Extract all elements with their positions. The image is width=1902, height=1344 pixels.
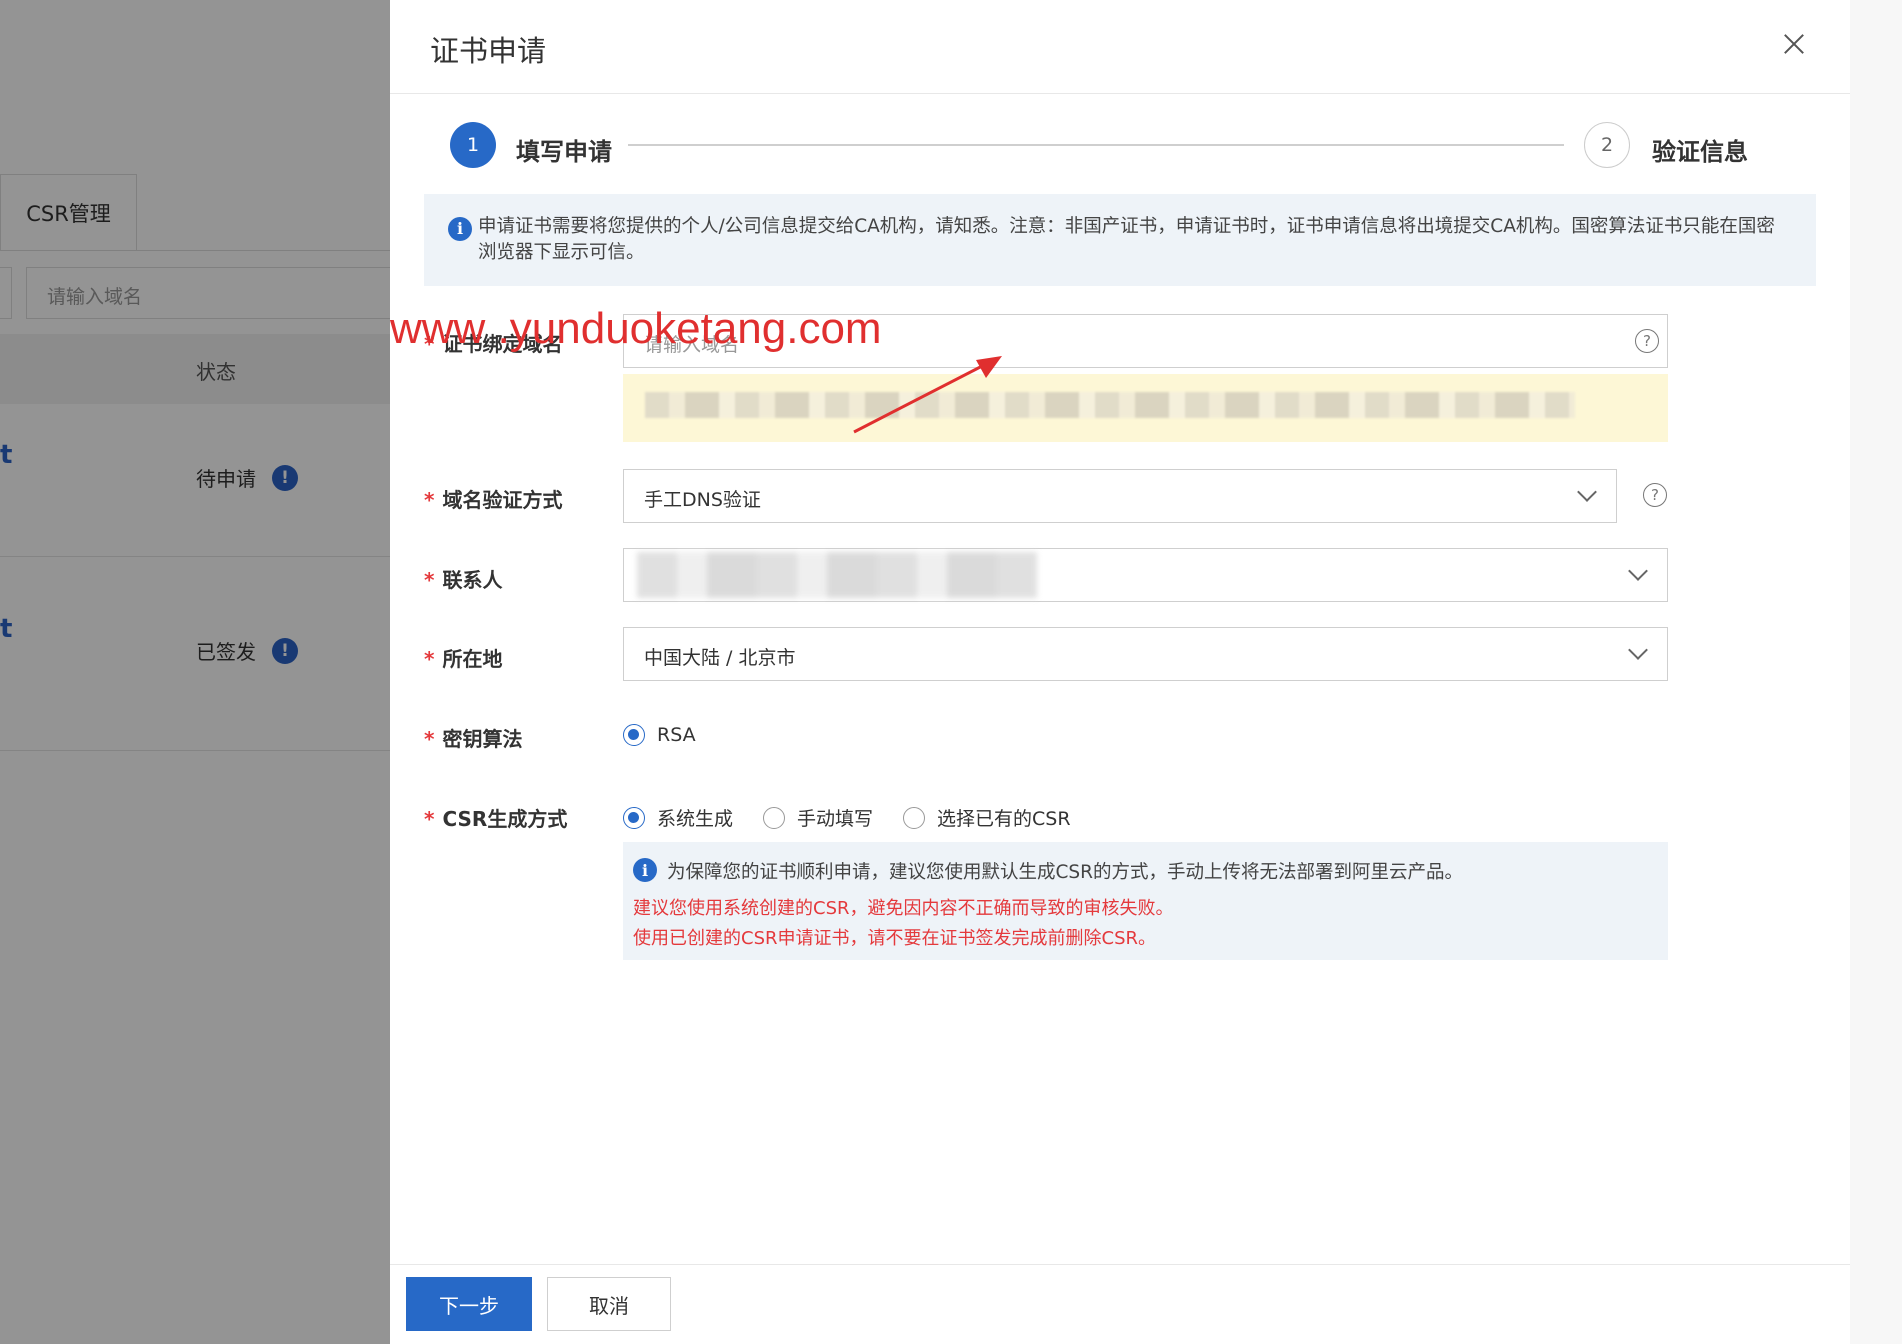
step-1-label: 填写申请 [516,138,612,166]
verify-method-label: * 域名验证方式 [424,488,563,512]
page-edge [1850,0,1902,1344]
next-button[interactable]: 下一步 [406,1277,532,1331]
key-algorithm-label: * 密钥算法 [424,727,523,751]
csr-tip-warning-1: 建议您使用系统创建的CSR，避免因内容不正确而导致的审核失败。 [633,898,1174,919]
step-connector [628,144,1564,146]
csr-method-radios: 系统生成 手动填写 选择已有的CSR [623,804,1071,831]
chevron-down-icon [1628,640,1648,660]
help-icon[interactable]: ? [1635,329,1659,353]
close-icon[interactable] [1780,30,1808,58]
csr-tip-warning-2: 使用已创建的CSR申请证书，请不要在证书签发完成前删除CSR。 [633,928,1156,949]
radio-system-generate[interactable]: 系统生成 [623,804,733,831]
csr-tip-main: 为保障您的证书顺利申请，建议您使用默认生成CSR的方式，手动上传将无法部署到阿里… [667,862,1464,883]
key-algorithm-radios: RSA [623,724,696,746]
radio-unchecked[interactable] [763,806,786,829]
stepper: 1 填写申请 2 验证信息 [450,122,1750,170]
watermark-text: www .yunduoketang.com [390,304,882,353]
location-select[interactable]: 中国大陆 / 北京市 [623,627,1668,681]
verify-method-select[interactable]: 手工DNS验证 [623,469,1617,523]
radio-checked[interactable] [623,806,645,829]
step-2-label: 验证信息 [1652,138,1748,166]
dialog-header: 证书申请 [390,0,1850,94]
info-icon: i [633,858,657,882]
cancel-button[interactable]: 取消 [547,1277,671,1331]
chevron-down-icon [1628,561,1648,581]
radio-unchecked[interactable] [903,806,926,829]
certificate-apply-dialog: 证书申请 1 填写申请 2 验证信息 i 申请证书需要将您提供的个人/公司信息提… [390,0,1850,1344]
info-notice: i 申请证书需要将您提供的个人/公司信息提交给CA机构，请知悉。注意：非国产证书… [424,194,1816,286]
radio-manual-fill[interactable]: 手动填写 [763,804,873,831]
info-icon: i [448,217,472,241]
csr-tip-box: i 为保障您的证书顺利申请，建议您使用默认生成CSR的方式，手动上传将无法部署到… [623,842,1668,960]
help-icon[interactable]: ? [1643,483,1667,507]
notice-text: 申请证书需要将您提供的个人/公司信息提交给CA机构，请知悉。注意：非国产证书，申… [478,216,1775,263]
csr-method-label: * CSR生成方式 [424,807,568,831]
location-label: * 所在地 [424,647,503,671]
radio-rsa[interactable]: RSA [623,724,696,746]
chevron-down-icon [1577,482,1597,502]
step-1-indicator: 1 [450,122,496,168]
contact-label: * 联系人 [424,568,503,592]
modal-overlay[interactable] [0,0,390,1344]
dialog-title: 证书申请 [430,34,547,68]
radio-existing-csr[interactable]: 选择已有的CSR [903,804,1071,831]
blurred-text [645,392,1575,418]
blurred-contact [637,552,1037,598]
arrow-annotation [853,356,1002,434]
step-2-indicator: 2 [1584,122,1630,168]
radio-checked[interactable] [623,724,645,746]
